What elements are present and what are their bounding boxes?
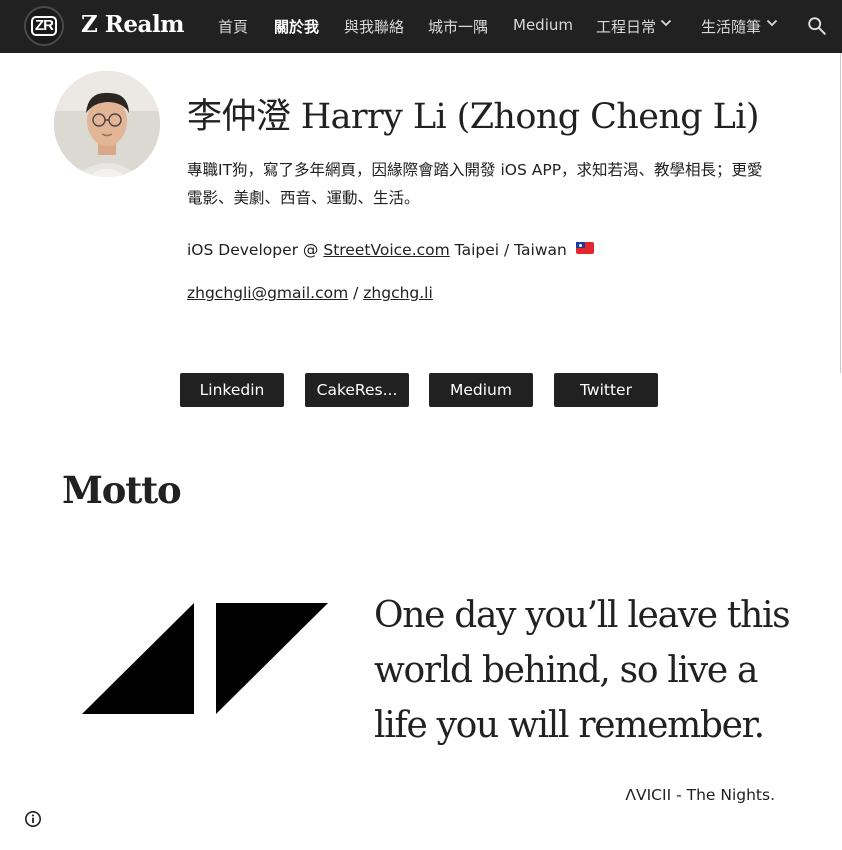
profile-bio: 專職IT狗，寫了多年網頁，因緣際會踏入開發 iOS APP，求知若渴、教學相長；… xyxy=(187,156,787,212)
nav-item-city[interactable]: 城市一隅 xyxy=(428,16,488,37)
chevron-down-icon[interactable] xyxy=(660,17,672,29)
profile-job: iOS Developer @ StreetVoice.com Taipei /… xyxy=(187,241,594,259)
email-link[interactable]: zhgchgli@gmail.com xyxy=(187,284,348,302)
nav-item-life[interactable]: 生活隨筆 xyxy=(701,16,761,37)
nav-item-medium[interactable]: Medium xyxy=(513,16,573,34)
search-icon[interactable] xyxy=(806,15,828,37)
profile-contacts: zhgchgli@gmail.com / zhgchg.li xyxy=(187,284,433,302)
motto-quote: One day you’ll leave this world behind, … xyxy=(374,595,791,746)
website-link[interactable]: zhgchg.li xyxy=(363,284,433,302)
job-title: iOS Developer @ xyxy=(187,241,324,259)
info-icon[interactable] xyxy=(24,810,42,828)
site-logo[interactable]: ZR xyxy=(24,6,64,46)
nav-item-about[interactable]: 關於我 xyxy=(274,16,319,37)
nav-item-home[interactable]: 首頁 xyxy=(218,16,248,37)
cakeresume-button[interactable]: CakeRes... xyxy=(305,373,409,407)
avicii-logo xyxy=(82,603,328,714)
profile-bio-line: 專職IT狗，寫了多年網頁，因緣際會踏入開發 iOS APP，求知若渴、教學相長；… xyxy=(187,161,763,179)
nav-item-engineering[interactable]: 工程日常 xyxy=(596,16,656,37)
company-link[interactable]: StreetVoice.com xyxy=(323,241,449,259)
linkedin-button[interactable]: Linkedin xyxy=(180,373,284,407)
profile-bio-line: 電影、美劇、西音、運動、生活。 xyxy=(187,189,420,207)
profile-avatar xyxy=(54,71,160,177)
nav-item-contact[interactable]: 與我聯絡 xyxy=(344,16,404,37)
site-title[interactable]: Z Realm xyxy=(81,11,185,38)
profile-photo xyxy=(54,71,160,177)
medium-button[interactable]: Medium xyxy=(429,373,533,407)
motto-heading: Motto xyxy=(62,468,182,512)
top-navigation-bar: ZR Z Realm 首頁 關於我 與我聯絡 城市一隅 Medium 工程日常 … xyxy=(0,0,842,53)
taiwan-flag-icon xyxy=(575,242,594,254)
contact-separator: / xyxy=(348,284,364,302)
twitter-button[interactable]: Twitter xyxy=(554,373,658,407)
profile-name: 李仲澄 Harry Li (Zhong Cheng Li) xyxy=(187,97,760,137)
job-location: Taipei / Taiwan xyxy=(449,241,567,259)
quote-source: ΛVICII - The Nights. xyxy=(625,786,775,804)
chevron-down-icon[interactable] xyxy=(766,17,778,29)
site-logo-text: ZR xyxy=(31,16,57,36)
scroll-divider xyxy=(840,53,841,373)
